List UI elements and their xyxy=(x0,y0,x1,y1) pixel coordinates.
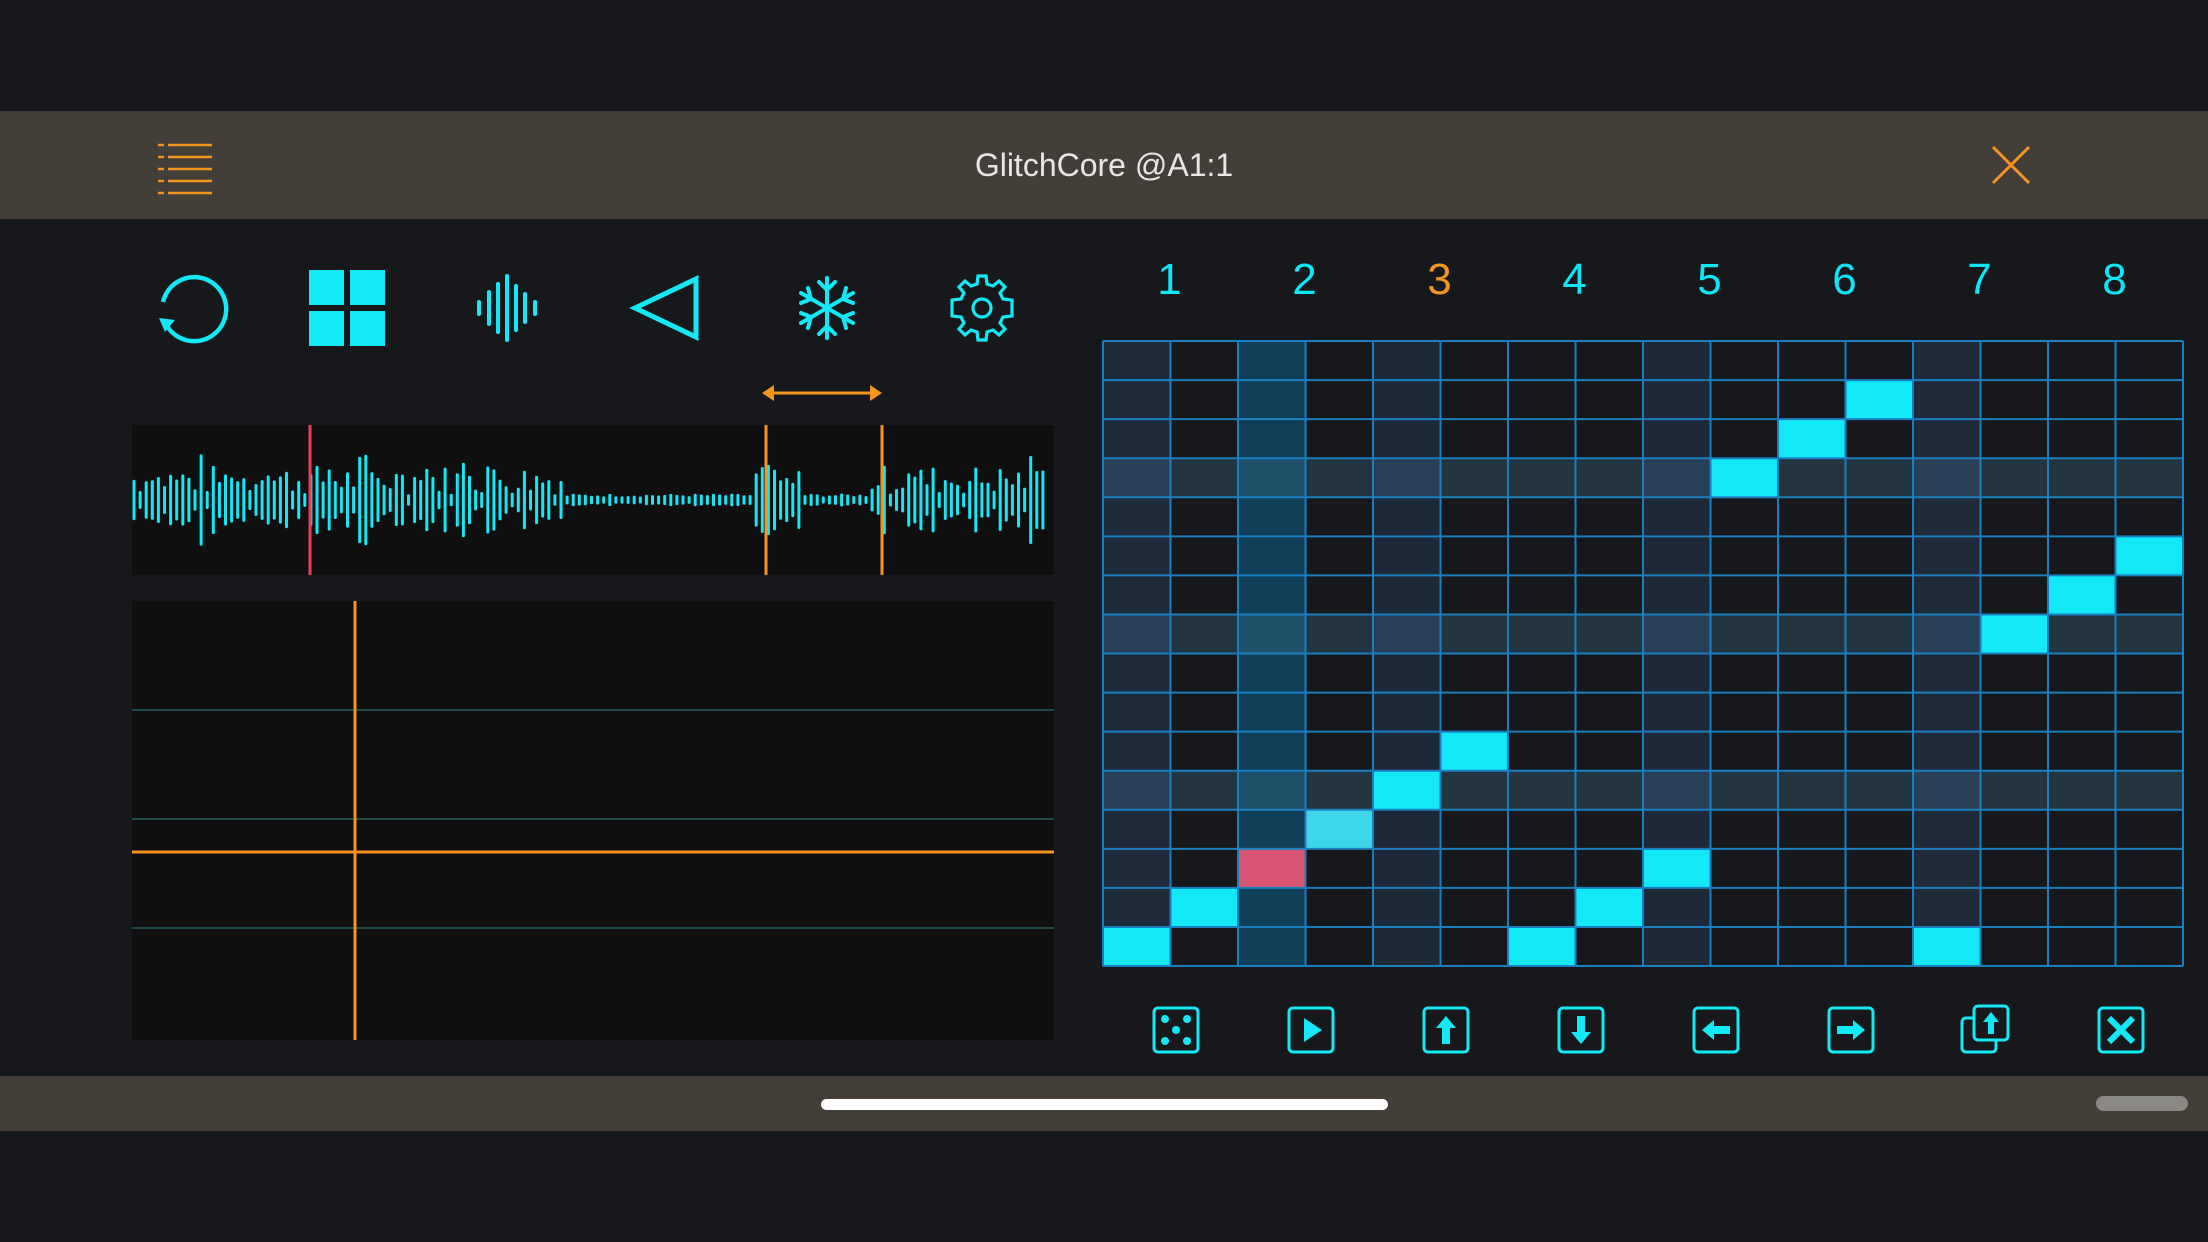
column-number[interactable]: 5 xyxy=(1642,250,1777,310)
active-step-cell[interactable] xyxy=(1913,926,1981,966)
active-step-cell[interactable] xyxy=(1710,458,1779,498)
waveform-display[interactable] xyxy=(132,425,1054,575)
loop-range-handle[interactable] xyxy=(762,382,882,404)
xy-pad[interactable] xyxy=(132,601,1054,1040)
arrow-up-icon xyxy=(1422,1006,1470,1054)
column-number[interactable]: 8 xyxy=(2047,250,2182,310)
double-arrow-icon xyxy=(762,385,882,401)
active-step-cell[interactable] xyxy=(1373,770,1441,810)
column-header: 1 2 3 4 5 6 7 8 xyxy=(1102,250,2182,310)
column-number[interactable]: 4 xyxy=(1507,250,1642,310)
active-step-cell[interactable] xyxy=(1778,419,1846,459)
reverse-button[interactable] xyxy=(625,266,709,350)
active-step-cell[interactable] xyxy=(2048,575,2116,615)
close-icon xyxy=(1991,145,2031,185)
play-icon xyxy=(1287,1006,1335,1054)
active-step-cell[interactable] xyxy=(1980,614,2049,654)
reset-button[interactable] xyxy=(145,266,229,350)
arrow-down-icon xyxy=(1557,1006,1605,1054)
freeze-button[interactable] xyxy=(785,266,869,350)
column-number[interactable]: 6 xyxy=(1777,250,1912,310)
rotate-icon xyxy=(159,274,229,344)
bottom-bar xyxy=(0,1076,2208,1131)
grid-icon xyxy=(309,270,385,346)
active-step-cell[interactable] xyxy=(2115,536,2184,576)
copy-button[interactable] xyxy=(1958,1002,2014,1058)
xy-pad-graphic xyxy=(132,601,1054,1040)
settings-button[interactable] xyxy=(940,266,1024,350)
sequencer-grid[interactable] xyxy=(1102,340,2184,967)
home-indicator[interactable] xyxy=(821,1099,1388,1110)
active-step-cell[interactable] xyxy=(1575,887,1644,927)
shift-up-button[interactable] xyxy=(1418,1002,1474,1058)
clear-icon xyxy=(2097,1006,2145,1054)
active-step-cell[interactable] xyxy=(1305,809,1374,849)
dice-icon xyxy=(1152,1006,1200,1054)
waveform-button[interactable] xyxy=(465,266,549,350)
waveform-graphic xyxy=(132,425,1045,575)
pattern-toolbar xyxy=(1102,1002,2182,1062)
arrow-right-icon xyxy=(1827,1006,1875,1054)
column-number[interactable]: 7 xyxy=(1912,250,2047,310)
page-title: GlitchCore @A1:1 xyxy=(974,147,1234,183)
shift-right-button[interactable] xyxy=(1823,1002,1879,1058)
active-step-cell[interactable] xyxy=(1170,887,1239,927)
active-step-cell[interactable] xyxy=(1103,926,1171,966)
grid-mode-button[interactable] xyxy=(305,266,389,350)
triangle-left-icon xyxy=(629,275,699,341)
main-area: 1 2 3 4 5 6 7 8 xyxy=(0,219,2208,1076)
shift-left-button[interactable] xyxy=(1688,1002,1744,1058)
shift-down-button[interactable] xyxy=(1553,1002,1609,1058)
snowflake-icon xyxy=(799,276,855,340)
active-step-cell[interactable] xyxy=(1845,380,1914,420)
arrow-left-icon xyxy=(1692,1006,1740,1054)
clear-button[interactable] xyxy=(2093,1002,2149,1058)
active-step-cell[interactable] xyxy=(1238,848,1306,888)
title-bar: GlitchCore @A1:1 xyxy=(0,111,2208,219)
side-handle[interactable] xyxy=(2096,1096,2188,1111)
randomize-button[interactable] xyxy=(1148,1002,1204,1058)
sequencer-grid-graphic xyxy=(1102,340,2184,967)
column-number-active[interactable]: 3 xyxy=(1372,250,1507,310)
column-number[interactable]: 1 xyxy=(1102,250,1237,310)
active-step-cell[interactable] xyxy=(1508,926,1576,966)
close-button[interactable] xyxy=(1990,144,2032,186)
active-step-cell[interactable] xyxy=(1643,848,1711,888)
gear-icon xyxy=(950,274,1014,342)
copy-icon xyxy=(1960,1004,2010,1054)
waveform-icon xyxy=(477,274,537,342)
play-button[interactable] xyxy=(1283,1002,1339,1058)
active-step-cell[interactable] xyxy=(1440,731,1509,771)
column-number[interactable]: 2 xyxy=(1237,250,1372,310)
